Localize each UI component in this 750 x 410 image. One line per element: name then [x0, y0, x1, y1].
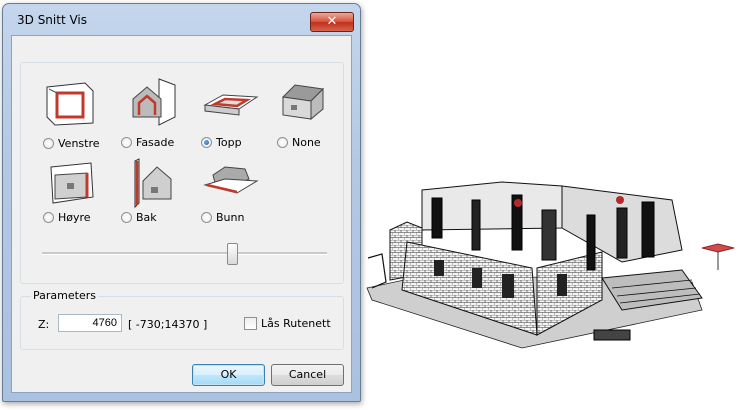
bench [593, 329, 631, 341]
radio-bunn-dot[interactable] [201, 212, 212, 223]
radio-bunn[interactable]: Bunn [201, 211, 244, 224]
parameters-label: Parameters [31, 289, 98, 302]
building-3d-preview [366, 181, 735, 349]
title-bar[interactable]: 3D Snitt Vis ✕ [3, 4, 360, 34]
radio-bunn-label: Bunn [216, 211, 245, 224]
radio-hoyre[interactable]: Høyre [43, 211, 91, 224]
radio-none-dot[interactable] [277, 137, 288, 148]
radio-venstre-dot[interactable] [43, 138, 54, 149]
grid-lock-checkbox[interactable]: Lås Rutenett [244, 317, 331, 330]
radio-bak-label: Bak [136, 211, 157, 224]
radio-bak[interactable]: Bak [121, 211, 157, 224]
lamp-right [616, 196, 624, 204]
cancel-button[interactable]: Cancel [271, 364, 344, 386]
z-label: Z: [38, 318, 50, 331]
dialog-window: 3D Snitt Vis ✕ Venstre Fasade Topp None … [2, 3, 361, 402]
radio-fasade[interactable]: Fasade [121, 136, 174, 149]
radio-topp[interactable]: Topp [201, 136, 242, 149]
radio-fasade-dot[interactable] [121, 137, 132, 148]
grid-lock-box[interactable] [244, 317, 257, 330]
parasol [701, 243, 735, 253]
view-back-icon[interactable] [129, 157, 181, 209]
radio-topp-dot[interactable] [201, 137, 212, 148]
view-right-icon[interactable] [47, 161, 97, 207]
radio-hoyre-dot[interactable] [43, 212, 54, 223]
dialog-body: Venstre Fasade Topp None Høyre Bak Bunn … [11, 35, 352, 393]
window-title: 3D Snitt Vis [17, 13, 88, 27]
view-left-icon[interactable] [45, 81, 97, 127]
ok-button[interactable]: OK [192, 364, 265, 386]
radio-topp-label: Topp [216, 136, 242, 149]
view-none-icon[interactable] [279, 81, 327, 123]
close-button[interactable]: ✕ [310, 12, 354, 32]
z-range-text: [ -730;14370 ] [128, 318, 208, 331]
section-slider-thumb[interactable] [227, 243, 238, 265]
view-bottom-icon[interactable] [203, 165, 259, 199]
radio-bak-dot[interactable] [121, 212, 132, 223]
radio-hoyre-label: Høyre [58, 211, 91, 224]
close-icon: ✕ [326, 14, 338, 29]
grid-lock-label: Lås Rutenett [261, 317, 331, 330]
radio-none-label: None [292, 136, 321, 149]
view-facade-icon[interactable] [129, 77, 181, 127]
radio-venstre-label: Venstre [58, 137, 100, 150]
radio-fasade-label: Fasade [136, 136, 175, 149]
view-selection-group: Venstre Fasade Topp None Høyre Bak Bunn [20, 62, 344, 284]
section-slider-track[interactable] [42, 252, 327, 255]
lamp-left [514, 199, 522, 207]
radio-venstre[interactable]: Venstre [43, 137, 100, 150]
radio-none[interactable]: None [277, 136, 321, 149]
z-value-input[interactable] [58, 314, 122, 332]
wall-back [421, 181, 563, 231]
view-top-icon[interactable] [203, 91, 259, 121]
